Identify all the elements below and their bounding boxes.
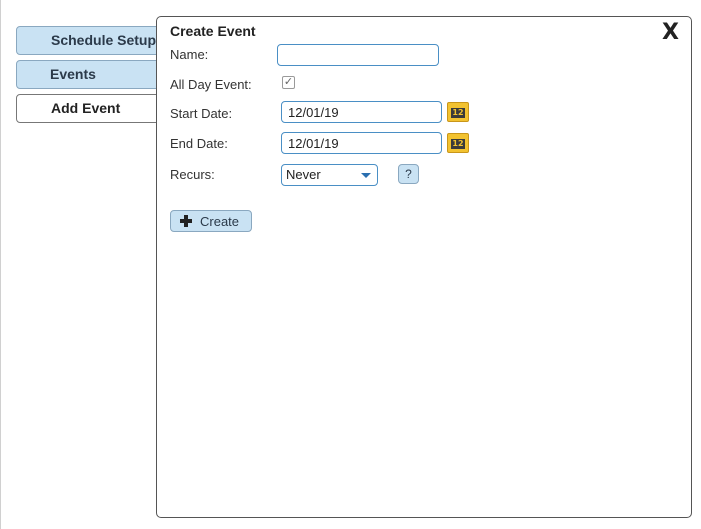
start-date-calendar-icon[interactable]: 12 <box>447 102 469 122</box>
calendar-icon-text: 12 <box>451 139 465 149</box>
tab-events[interactable]: Events <box>16 60 166 89</box>
tab-schedule-setup[interactable]: Schedule Setup <box>16 26 166 55</box>
recurs-help-button[interactable]: ? <box>398 164 419 184</box>
end-date-calendar-icon[interactable]: 12 <box>447 133 469 153</box>
close-button[interactable]: X <box>662 21 679 45</box>
calendar-icon-text: 12 <box>451 108 465 118</box>
all-day-label: All Day Event: <box>170 77 252 92</box>
create-button[interactable]: Create <box>170 210 252 232</box>
panel-title: Create Event <box>170 23 256 39</box>
name-label: Name: <box>170 47 209 62</box>
start-date-input[interactable] <box>281 101 442 123</box>
recurs-select[interactable]: Never <box>281 164 378 186</box>
all-day-checkbox[interactable]: ✓ <box>282 76 295 89</box>
create-button-label: Create <box>200 214 240 229</box>
tab-add-event[interactable]: Add Event <box>16 94 166 123</box>
recurs-selected-value: Never <box>286 167 321 182</box>
chevron-down-icon <box>361 173 371 178</box>
name-input[interactable] <box>277 44 439 66</box>
page-left-border <box>0 0 1 529</box>
plus-icon <box>180 215 192 227</box>
end-date-label: End Date: <box>170 136 228 151</box>
recurs-label: Recurs: <box>170 167 215 182</box>
create-event-panel: Create Event X Name: All Day Event: ✓ St… <box>156 16 692 518</box>
end-date-input[interactable] <box>281 132 442 154</box>
start-date-label: Start Date: <box>170 106 233 121</box>
